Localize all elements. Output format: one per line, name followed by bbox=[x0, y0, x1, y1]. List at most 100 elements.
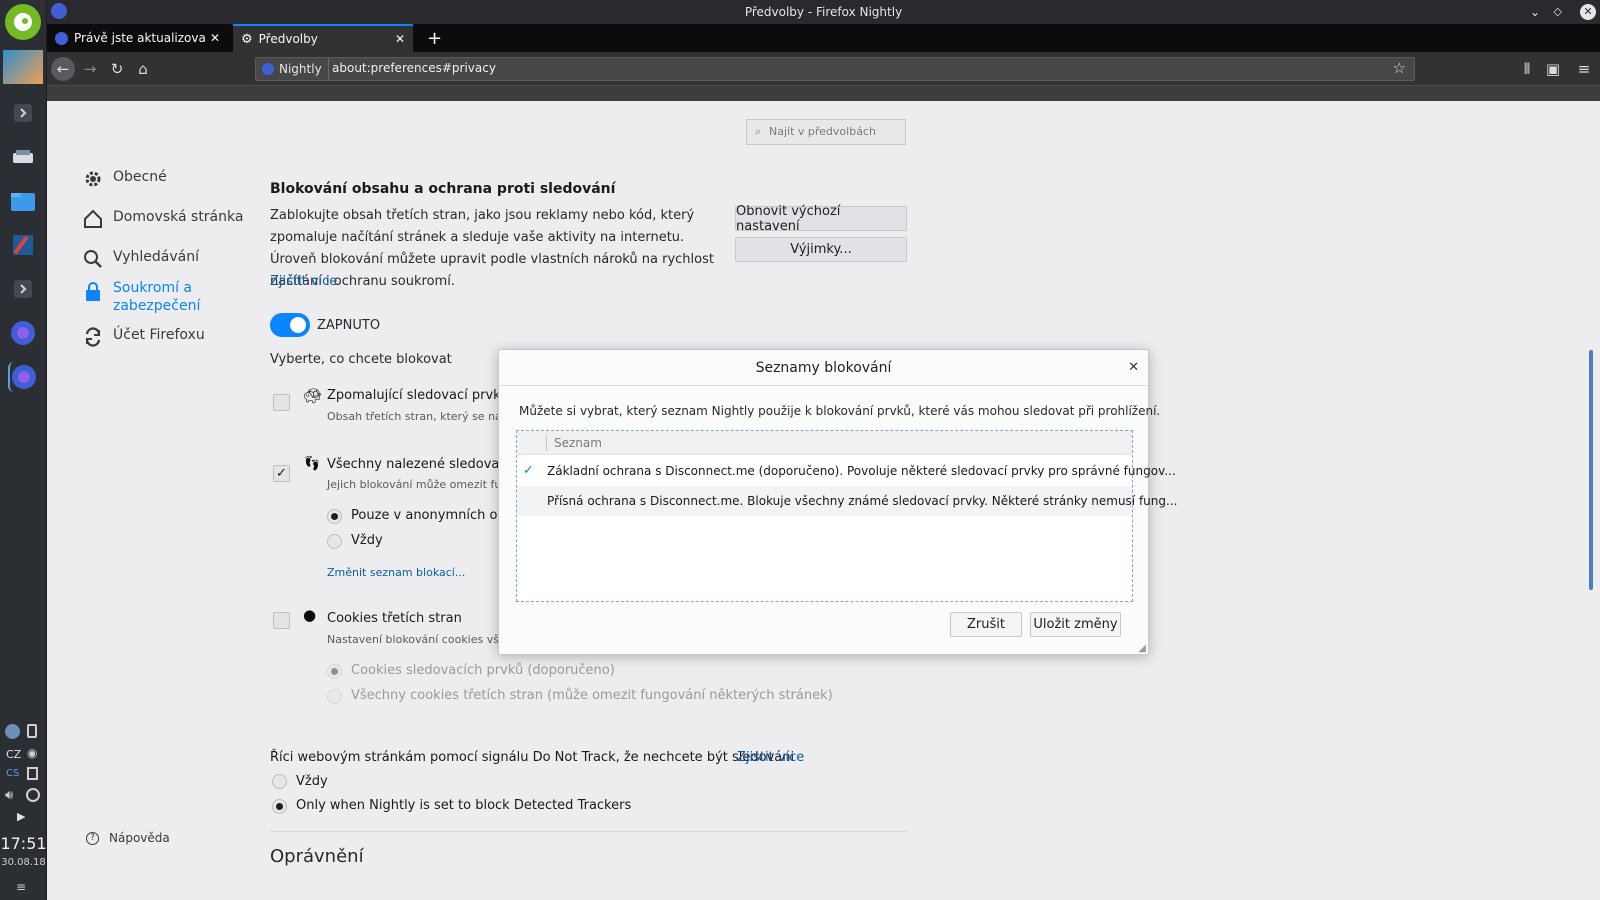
choose-label: Vyberte, co chcete blokovat bbox=[270, 352, 452, 367]
back-button[interactable]: ← bbox=[51, 57, 75, 81]
close-window-icon[interactable]: ✕ bbox=[1580, 4, 1596, 20]
network-icon[interactable] bbox=[5, 724, 20, 739]
app-menu-icon[interactable]: ≡ bbox=[1572, 57, 1596, 81]
search-input[interactable]: ⌕ Najít v předvolbách bbox=[746, 119, 906, 145]
expand-icon-2[interactable] bbox=[8, 274, 38, 304]
drive-icon[interactable] bbox=[8, 142, 38, 172]
new-tab-button[interactable]: + bbox=[419, 24, 445, 52]
tab-updated[interactable]: Právě jste aktualizovali Fire ✕ bbox=[47, 24, 228, 52]
tray-expand-icon[interactable]: ▶ bbox=[17, 810, 25, 823]
firefox-nightly-logo-icon bbox=[51, 3, 67, 19]
cookies-trackers-label[interactable]: Cookies sledovacích prvků (doporučeno) bbox=[351, 663, 615, 678]
always-radio[interactable] bbox=[327, 534, 342, 549]
resize-grip-icon[interactable]: ◢ bbox=[1138, 643, 1146, 654]
expand-icon[interactable] bbox=[8, 98, 38, 128]
identity-label: Nightly bbox=[279, 62, 322, 76]
home-button[interactable]: ⌂ bbox=[131, 57, 155, 81]
user-icon[interactable]: ◉ bbox=[27, 746, 39, 760]
slow-trackers-checkbox[interactable] bbox=[273, 394, 290, 411]
exceptions-button[interactable]: Výjimky... bbox=[735, 237, 907, 262]
restore-defaults-button[interactable]: Obnovit výchozí nastavení bbox=[735, 204, 907, 234]
url-bar[interactable]: Nightly about:preferences#privacy ☆ bbox=[255, 57, 1415, 81]
all-trackers-checkbox[interactable]: ✓ bbox=[273, 465, 290, 482]
help-icon: ? bbox=[86, 831, 99, 845]
clock-date: 30.08.18 bbox=[1, 857, 46, 868]
sidebar-item-privacy[interactable]: Soukromí a zabezpečení bbox=[83, 279, 233, 315]
firefox-nightly-active-icon[interactable] bbox=[8, 362, 38, 392]
sidebar-item-account[interactable]: Účet Firefoxu bbox=[83, 327, 205, 347]
slow-trackers-label[interactable]: Zpomalující sledovací prvky bbox=[327, 388, 508, 403]
table-row[interactable]: Přísná ochrana s Disconnect.me. Blokuje … bbox=[517, 486, 1177, 516]
change-blocklist-link[interactable]: Změnit seznam blokací... bbox=[327, 566, 465, 579]
search-placeholder: Najít v předvolbách bbox=[769, 125, 876, 138]
identity-box[interactable]: Nightly bbox=[256, 58, 329, 80]
blocking-toggle[interactable] bbox=[270, 313, 310, 337]
sidebar-label: Obecné bbox=[113, 169, 167, 185]
sidebar-item-search[interactable]: Vyhledávání bbox=[83, 249, 199, 269]
minimize-icon[interactable]: ⌄ bbox=[1530, 0, 1540, 24]
table-row[interactable]: ✓ Základní ochrana s Disconnect.me (dopo… bbox=[517, 457, 1176, 486]
tab-favicon-icon bbox=[55, 31, 68, 45]
cookies-trackers-radio[interactable] bbox=[327, 664, 342, 679]
clock-time[interactable]: 17:51 bbox=[0, 834, 47, 853]
library-icon[interactable]: ⫴ bbox=[1515, 57, 1539, 81]
url-text[interactable]: about:preferences#privacy bbox=[332, 61, 496, 75]
tab-strip: Právě jste aktualizovali Fire ✕ ⚙ Předvo… bbox=[47, 24, 1600, 52]
home-icon bbox=[84, 209, 102, 228]
help-link[interactable]: ? Nápověda bbox=[86, 831, 170, 845]
sidebar-item-home[interactable]: Domovská stránka bbox=[83, 209, 243, 229]
window-titlebar: Předvolby - Firefox Nightly ⌄ ◇ ✕ bbox=[47, 0, 1600, 24]
cancel-button[interactable]: Zrušit bbox=[950, 612, 1022, 637]
cookies-all-label[interactable]: Všechny cookies třetích stran (může omez… bbox=[351, 688, 833, 703]
tab-label: Právě jste aktualizovali Fire bbox=[74, 31, 206, 45]
firefox-nightly-icon[interactable] bbox=[8, 318, 38, 348]
menu-icon[interactable]: ≡ bbox=[16, 880, 26, 894]
dialog-close-icon[interactable]: ✕ bbox=[1128, 350, 1139, 386]
app-launcher-icon[interactable] bbox=[5, 4, 41, 40]
nightly-icon bbox=[262, 63, 274, 75]
volume-icon[interactable]: 🔊︎ bbox=[5, 788, 13, 803]
cookies-checkbox[interactable] bbox=[273, 612, 290, 629]
section-description: Zablokujte obsah třetích stran, jako jso… bbox=[270, 208, 714, 289]
clipboard-icon[interactable] bbox=[27, 767, 38, 780]
tab-preferences[interactable]: ⚙ Předvolby ✕ bbox=[233, 24, 413, 52]
star-icon[interactable]: ☆ bbox=[1393, 59, 1406, 77]
save-changes-button[interactable]: Uložit změny bbox=[1030, 612, 1121, 637]
footprints-icon: 👣︎ bbox=[303, 456, 321, 472]
desktop-preview-icon[interactable] bbox=[3, 50, 43, 84]
dnt-always-label[interactable]: Vždy bbox=[296, 774, 328, 789]
forward-button[interactable]: → bbox=[78, 57, 102, 81]
column-header[interactable]: Seznam bbox=[554, 436, 602, 450]
sidebar-item-general[interactable]: Obecné bbox=[83, 169, 167, 189]
private-only-radio[interactable] bbox=[327, 509, 342, 524]
reload-button[interactable]: ↻ bbox=[105, 57, 129, 81]
tab-label: Předvolby bbox=[258, 32, 318, 46]
toggle-knob bbox=[290, 317, 306, 333]
tab-close-icon[interactable]: ✕ bbox=[395, 32, 405, 46]
learn-more-link[interactable]: Zjistit více bbox=[270, 274, 337, 289]
tab-close-icon[interactable]: ✕ bbox=[210, 31, 220, 45]
cookies-all-radio[interactable] bbox=[327, 689, 342, 704]
page-scrollbar[interactable] bbox=[1589, 350, 1593, 590]
private-only-label[interactable]: Pouze v anonymních okn bbox=[351, 508, 513, 523]
sidebar-toggle-icon[interactable]: ▣ bbox=[1541, 57, 1565, 81]
keyboard-layout[interactable]: CZ bbox=[6, 748, 21, 761]
cookies-label[interactable]: Cookies třetích stran bbox=[327, 611, 462, 626]
updates-icon[interactable] bbox=[26, 788, 40, 802]
editor-icon[interactable] bbox=[8, 230, 38, 260]
dnt-only-radio[interactable] bbox=[272, 799, 287, 814]
dnt-learn-more-link[interactable]: Zjistit více bbox=[737, 750, 804, 765]
lock-icon bbox=[86, 282, 100, 301]
maximize-icon[interactable]: ◇ bbox=[1554, 0, 1562, 24]
battery-icon[interactable] bbox=[27, 724, 37, 738]
keyboard-layout-2[interactable]: CS bbox=[6, 768, 19, 779]
taskbar: CZ ◉ CS 🔊︎ ▶ 17:51 30.08.18 ≡ bbox=[0, 0, 47, 900]
sidebar-label: Soukromí a zabezpečení bbox=[113, 280, 201, 314]
blocklist-table[interactable]: Seznam ✓ Základní ochrana s Disconnect.m… bbox=[516, 430, 1177, 602]
dnt-only-label[interactable]: Only when Nightly is set to block Detect… bbox=[296, 798, 631, 813]
all-trackers-desc: Jejich blokování může omezit fung bbox=[327, 478, 516, 491]
always-label[interactable]: Vždy bbox=[351, 533, 383, 548]
folder-icon[interactable] bbox=[8, 186, 38, 216]
blocklists-dialog: Seznamy blokování ✕ Můžete si vybrat, kt… bbox=[498, 349, 1177, 655]
dnt-always-radio[interactable] bbox=[272, 774, 287, 789]
